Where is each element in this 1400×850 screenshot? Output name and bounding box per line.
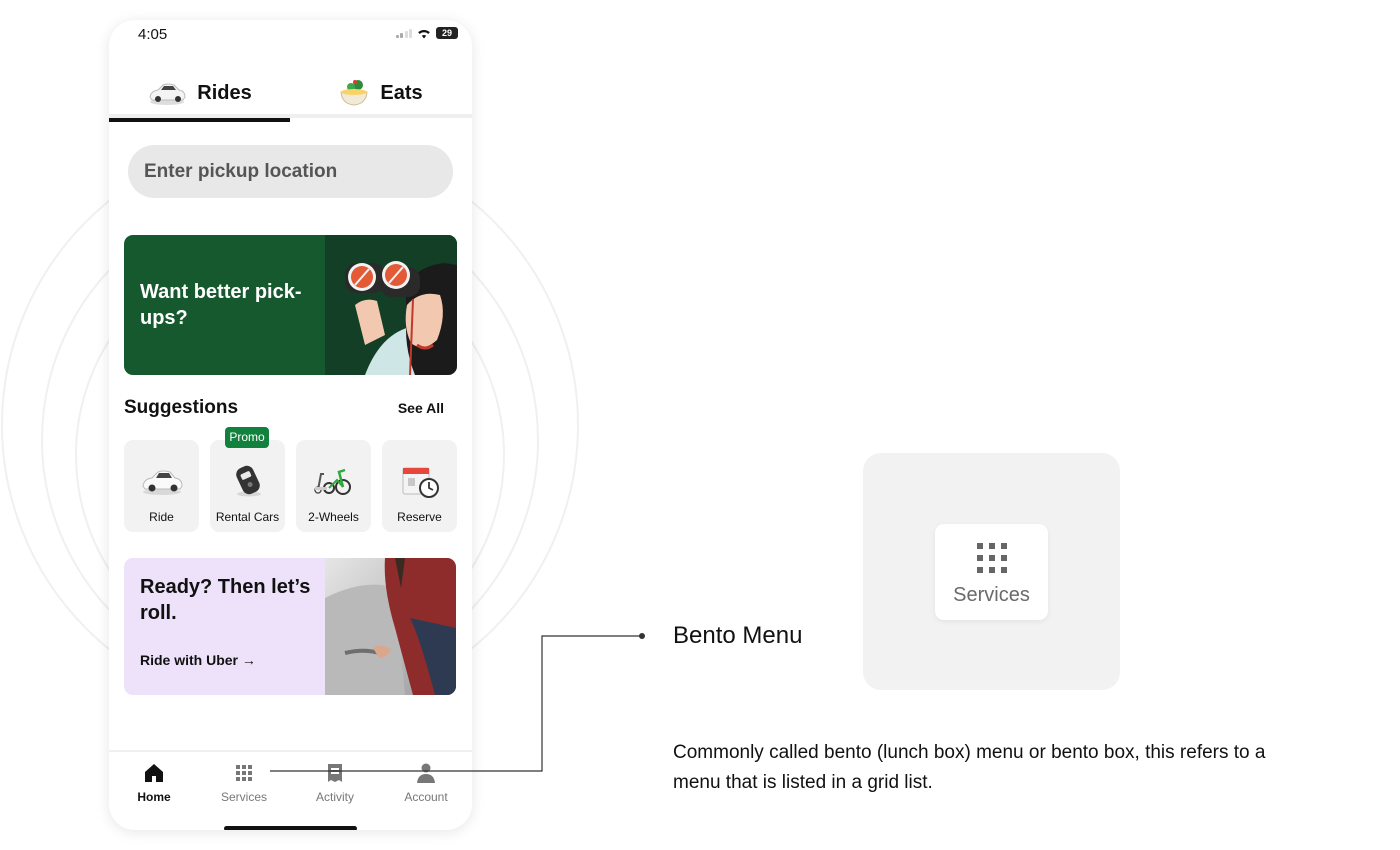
suggestion-2-wheels[interactable]: 2-Wheels xyxy=(296,440,371,532)
callout-description: Commonly called bento (lunch box) menu o… xyxy=(673,742,1266,793)
phone-screen: 4:05 29 Rides Eats Enter pickup location… xyxy=(109,20,472,830)
callout-title: Bento Menu xyxy=(673,622,803,649)
calendar-clock-icon xyxy=(402,467,439,498)
status-bar: 4:05 29 xyxy=(109,20,472,50)
better-pickups-banner[interactable]: Want better pick-ups? xyxy=(124,235,457,375)
suggestion-ride-label: Ride xyxy=(149,510,174,524)
tab-eats[interactable]: Eats xyxy=(290,68,471,118)
signal-icon xyxy=(395,28,412,38)
car-icon xyxy=(141,470,183,495)
better-pickups-text: Want better pick-ups? xyxy=(140,281,302,329)
bento-menu-zoom-panel: Services xyxy=(863,453,1120,690)
home-icon xyxy=(145,764,163,782)
suggestion-rental-cars-label: Rental Cars xyxy=(215,510,280,524)
car-door-photo xyxy=(325,558,456,695)
pickup-location-input[interactable]: Enter pickup location xyxy=(128,145,453,198)
status-time: 4:05 xyxy=(138,26,168,43)
scooter-bike-icon xyxy=(313,468,351,495)
nav-home[interactable]: Home xyxy=(109,762,199,804)
grid-icon xyxy=(236,765,252,781)
tab-rides-label: Rides xyxy=(197,81,252,104)
status-icons: 29 xyxy=(395,27,458,39)
ride-with-uber-banner[interactable]: Ready? Then let’s roll. Ride with Uber → xyxy=(124,558,456,695)
ride-banner-title: Ready? Then let’s roll. xyxy=(140,576,311,624)
person-icon xyxy=(417,763,435,783)
nav-home-label: Home xyxy=(137,790,171,804)
suggestion-2-wheels-label: 2-Wheels xyxy=(308,510,359,524)
suggestions-title: Suggestions xyxy=(124,397,239,418)
suggestion-reserve-label: Reserve xyxy=(397,510,442,524)
promo-badge: Promo xyxy=(225,427,269,448)
suggestion-reserve[interactable]: Reserve xyxy=(382,440,457,532)
binoculars-illustration xyxy=(325,235,457,375)
see-all-link[interactable]: See All xyxy=(398,400,444,416)
service-tabs: Rides Eats xyxy=(109,68,472,122)
tab-eats-label: Eats xyxy=(380,81,423,104)
car-key-icon xyxy=(235,465,261,497)
nav-services[interactable]: Services xyxy=(199,762,289,804)
battery-icon: 29 xyxy=(436,27,458,39)
suggestion-ride[interactable]: Ride xyxy=(124,440,199,532)
tab-rides[interactable]: Rides xyxy=(109,68,290,122)
home-indicator xyxy=(224,826,357,830)
suggestion-rental-cars[interactable]: Rental Cars xyxy=(210,440,285,532)
food-bowl-icon xyxy=(340,80,368,106)
nav-services-label: Services xyxy=(220,790,267,804)
services-button-zoomed: Services xyxy=(935,524,1048,620)
services-zoom-label: Services xyxy=(953,584,1030,606)
wifi-icon xyxy=(418,29,430,38)
car-icon xyxy=(149,83,186,105)
receipt-icon xyxy=(328,764,342,782)
nav-account-label: Account xyxy=(404,790,448,804)
tab-active-indicator xyxy=(109,118,290,122)
bottom-nav: Home Services Activity Account xyxy=(109,750,472,830)
ride-with-uber-link[interactable]: Ride with Uber → xyxy=(140,652,256,668)
pickup-location-placeholder: Enter pickup location xyxy=(144,160,338,182)
nav-activity[interactable]: Activity xyxy=(290,762,380,804)
nav-activity-label: Activity xyxy=(315,790,354,804)
grid-icon xyxy=(977,543,1007,573)
nav-account[interactable]: Account xyxy=(381,762,471,804)
